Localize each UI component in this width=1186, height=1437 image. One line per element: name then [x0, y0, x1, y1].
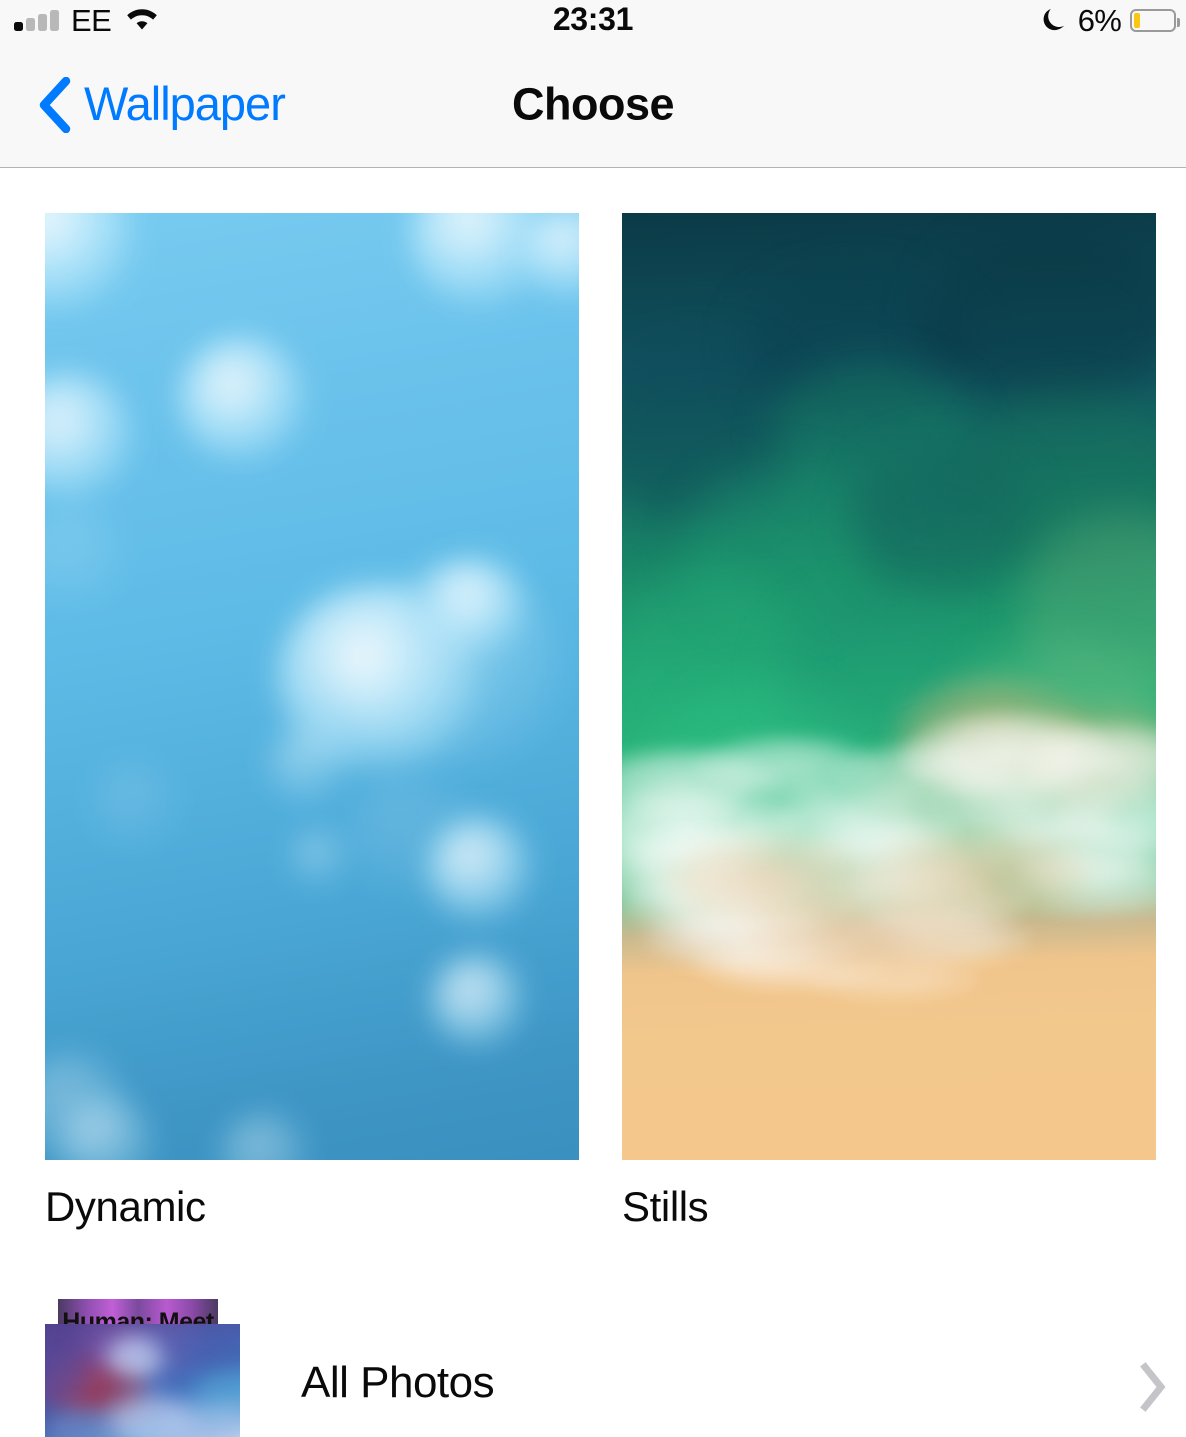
navigation-bar: Wallpaper Choose — [0, 40, 1186, 168]
wallpaper-category-label: Dynamic — [45, 1184, 579, 1230]
chevron-right-icon[interactable] — [1138, 1362, 1168, 1412]
clipped-banner-artifact: Human: Meet — [58, 1299, 218, 1325]
wallpaper-category-label: Stills — [622, 1184, 1156, 1230]
battery-percent-label: 6% — [1078, 5, 1121, 36]
content-area: Dynamic — [0, 169, 1186, 1437]
clipped-banner-text: Human: Meet — [62, 1308, 213, 1325]
moon-do-not-disturb-icon — [1043, 7, 1069, 34]
wallpaper-category-grid: Dynamic — [45, 213, 1157, 1230]
status-bar-clock: 23:31 — [0, 0, 1186, 40]
all-photos-label: All Photos — [301, 1361, 494, 1405]
status-bar-right-group: 6% — [1043, 0, 1176, 40]
wallpaper-category-stills[interactable]: Stills — [622, 213, 1156, 1230]
dynamic-bokeh-blue-thumbnail[interactable] — [45, 213, 579, 1160]
all-photos-row[interactable]: Human: Meet All Photos — [0, 1292, 1186, 1437]
nebula-purple-blue-thumbnail[interactable] — [45, 1324, 240, 1437]
page-title: Choose — [0, 81, 1186, 126]
stills-aerial-beach-thumbnail[interactable] — [622, 213, 1156, 1160]
wallpaper-category-dynamic[interactable]: Dynamic — [45, 213, 579, 1230]
status-bar: EE 23:31 6% — [0, 0, 1186, 40]
battery-icon — [1130, 9, 1176, 32]
